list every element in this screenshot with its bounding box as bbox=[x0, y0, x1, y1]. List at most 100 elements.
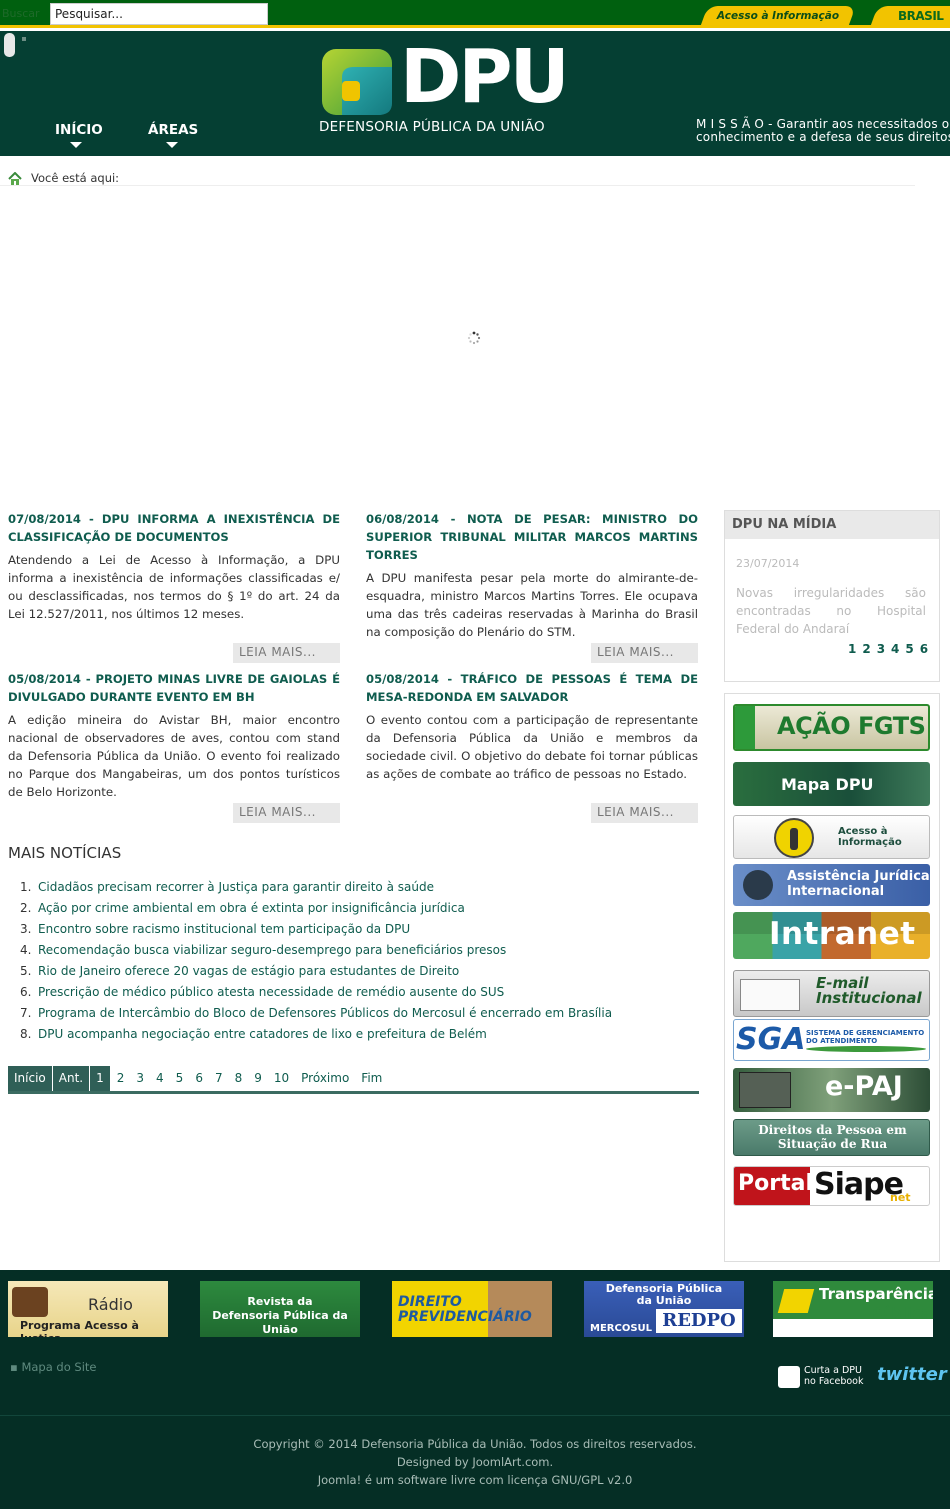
banner-mapa-dpu[interactable]: Mapa DPU bbox=[733, 762, 930, 806]
banner-sga[interactable]: SGA SISTEMA DE GERENCIAMENTO DO ATENDIME… bbox=[733, 1019, 930, 1061]
list-item[interactable]: 4. Recomendação busca viabilizar seguro-d… bbox=[20, 941, 612, 962]
thumbs-up-icon bbox=[778, 1366, 800, 1388]
mapa-do-site-link[interactable]: ▪ Mapa do Site bbox=[10, 1360, 97, 1374]
banner-email-institucional[interactable]: E-mail Institucional bbox=[733, 970, 930, 1017]
dpu-logo-icon[interactable] bbox=[320, 47, 394, 117]
pagination-first[interactable]: Início bbox=[8, 1066, 53, 1091]
list-item-link[interactable]: Programa de Intercâmbio do Bloco de Defe… bbox=[38, 1006, 612, 1020]
banner-label: AÇÃO FGTS bbox=[777, 712, 926, 740]
pagination-page[interactable]: 4 bbox=[150, 1066, 170, 1091]
acesso-informacao-link[interactable]: Acesso à Informação bbox=[704, 10, 852, 22]
banner-acesso-informacao[interactable]: Acesso à Informação bbox=[733, 815, 930, 859]
facebook-label-line: Curta a DPU bbox=[804, 1365, 862, 1376]
pagination-last[interactable]: Fim bbox=[355, 1066, 388, 1091]
pagination-page[interactable]: 5 bbox=[170, 1066, 190, 1091]
list-item[interactable]: 6. Prescrição de médico público atesta ne… bbox=[20, 983, 612, 1004]
list-item[interactable]: 8. DPU acompanha negociação entre catador… bbox=[20, 1025, 612, 1046]
banner-label: Mapa DPU bbox=[781, 775, 874, 794]
banner-label: Assistência Jurídica Internacional bbox=[787, 869, 930, 899]
list-number: 1. bbox=[20, 880, 32, 894]
banner-label: e-PAJ bbox=[825, 1071, 903, 1102]
news-body: Atendendo a Lei de Acesso à Informação, … bbox=[8, 553, 340, 621]
nav-areas[interactable]: ÁREAS bbox=[148, 122, 198, 148]
banner-label: DIREITO PREVIDENCIÁRIO bbox=[398, 1295, 532, 1325]
read-more-button[interactable]: LEIA MAIS... bbox=[591, 803, 698, 823]
read-more-button[interactable]: LEIA MAIS... bbox=[591, 643, 698, 663]
news-title[interactable]: 07/08/2014 - DPU INFORMA A INEXISTÊNCIA … bbox=[8, 510, 340, 546]
midia-link[interactable]: Novas irregularidades são encontradas no… bbox=[736, 584, 926, 638]
banner-label-line: Assistência Jurídica bbox=[787, 869, 930, 884]
footer-banner-radio[interactable]: Rádio Programa Acesso à Justiça bbox=[8, 1281, 168, 1337]
designed-by-link[interactable]: Designed by JoomlArt.com. bbox=[0, 1455, 950, 1469]
missao-line-2: conhecimento e a defesa de seus direitos bbox=[696, 130, 950, 145]
banner-e-paj[interactable]: e-PAJ bbox=[733, 1068, 930, 1112]
pagination-page[interactable]: 2 bbox=[111, 1066, 131, 1091]
pagination-page[interactable]: 8 bbox=[229, 1066, 249, 1091]
list-item[interactable]: 5. Rio de Janeiro oferece 20 vagas de est… bbox=[20, 962, 612, 983]
pagination-page[interactable]: 3 bbox=[130, 1066, 150, 1091]
footer-banner-revista[interactable]: Revista da Defensoria Pública da União bbox=[200, 1281, 360, 1337]
globe-icon bbox=[743, 870, 773, 900]
footer-banner-redpo[interactable]: Defensoria Pública da União MERCOSUL RED… bbox=[584, 1281, 744, 1337]
list-number: 6. bbox=[20, 985, 32, 999]
list-item-link[interactable]: Encontro sobre racismo institucional tem… bbox=[38, 922, 410, 936]
list-item[interactable]: 3. Encontro sobre racismo institucional t… bbox=[20, 920, 612, 941]
news-title[interactable]: 05/08/2014 - PROJETO MINAS LIVRE DE GAIO… bbox=[8, 670, 340, 706]
news-item: 05/08/2014 - TRÁFICO DE PESSOAS É TEMA D… bbox=[366, 670, 698, 783]
facebook-button[interactable]: Curta a DPU no Facebook bbox=[778, 1364, 864, 1390]
mais-noticias-list: 1. Cidadãos precisam recorrer à Justiça p… bbox=[20, 878, 612, 1046]
list-item-link[interactable]: Prescrição de médico público atesta nece… bbox=[38, 985, 504, 999]
list-item[interactable]: 7. Programa de Intercâmbio do Bloco de De… bbox=[20, 1004, 612, 1025]
home-icon[interactable] bbox=[8, 172, 22, 185]
read-more-button[interactable]: LEIA MAIS... bbox=[233, 803, 340, 823]
list-item-link[interactable]: Cidadãos precisam recorrer à Justiça par… bbox=[38, 880, 434, 894]
caret-down-icon bbox=[70, 142, 82, 148]
banner-acao-fgts[interactable]: AÇÃO FGTS bbox=[733, 704, 930, 751]
list-item-link[interactable]: Rio de Janeiro oferece 20 vagas de estág… bbox=[38, 964, 459, 978]
nav-inicio[interactable]: INÍCIO bbox=[55, 122, 103, 148]
pagination-page[interactable]: 9 bbox=[248, 1066, 268, 1091]
pagination-page-current[interactable]: 1 bbox=[90, 1066, 111, 1091]
banner-label: Transparência Pública bbox=[819, 1285, 933, 1323]
midia-pagination[interactable]: 123456 bbox=[848, 642, 934, 656]
banner-direitos-rua[interactable]: Direitos da Pessoa em Situação de Rua bbox=[733, 1119, 930, 1156]
news-title[interactable]: 05/08/2014 - TRÁFICO DE PESSOAS É TEMA D… bbox=[366, 670, 698, 706]
list-item[interactable]: 1. Cidadãos precisam recorrer à Justiça p… bbox=[20, 878, 612, 899]
list-item-link[interactable]: DPU acompanha negociação entre catadores… bbox=[38, 1027, 487, 1041]
read-more-button[interactable]: LEIA MAIS... bbox=[233, 643, 340, 663]
list-item-link[interactable]: Recomendação busca viabilizar seguro-des… bbox=[38, 943, 506, 957]
dot-icon bbox=[22, 37, 26, 41]
footer-banner-previdenciario[interactable]: DIREITO PREVIDENCIÁRIO bbox=[392, 1281, 552, 1337]
banner-label: Defensoria Pública da União bbox=[584, 1283, 744, 1307]
list-item-link[interactable]: Ação por crime ambiental em obra é extin… bbox=[38, 901, 465, 915]
pagination-page[interactable]: 6 bbox=[189, 1066, 209, 1091]
banner-label-line: Pública bbox=[869, 1304, 931, 1322]
brasil-link[interactable]: BRASIL bbox=[898, 9, 944, 23]
banner-portal-siape[interactable]: Portal Siape net bbox=[733, 1166, 930, 1206]
banner-label: MERCOSUL bbox=[590, 1323, 653, 1334]
scroll-handle[interactable] bbox=[4, 33, 15, 57]
search-input[interactable] bbox=[50, 3, 268, 25]
pagination-page[interactable]: 10 bbox=[268, 1066, 295, 1091]
loading-spinner-icon bbox=[467, 331, 481, 345]
banner-assistencia-juridica[interactable]: Assistência Jurídica Internacional bbox=[733, 864, 930, 906]
banner-label-line: SISTEMA DE GERENCIAMENTO bbox=[806, 1029, 925, 1037]
envelope-icon bbox=[740, 979, 800, 1011]
banner-intranet[interactable]: Intranet bbox=[733, 912, 930, 959]
info-i-glyph bbox=[790, 828, 798, 850]
pagination-next[interactable]: Próximo bbox=[295, 1066, 355, 1091]
news-item: 06/08/2014 - NOTA DE PESAR: MINISTRO DO … bbox=[366, 510, 698, 641]
radio-icon bbox=[12, 1287, 48, 1317]
banner-label-line: Revista da bbox=[247, 1295, 313, 1308]
list-item[interactable]: 2. Ação por crime ambiental em obra é ext… bbox=[20, 899, 612, 920]
news-title[interactable]: 06/08/2014 - NOTA DE PESAR: MINISTRO DO … bbox=[366, 510, 698, 564]
sga-swoosh-icon bbox=[806, 1046, 926, 1052]
news-item: 07/08/2014 - DPU INFORMA A INEXISTÊNCIA … bbox=[8, 510, 340, 623]
pagination-prev[interactable]: Ant. bbox=[52, 1066, 91, 1091]
brazil-flag-icon bbox=[777, 1289, 815, 1313]
pagination-page[interactable]: 7 bbox=[209, 1066, 229, 1091]
footer-banner-transparencia[interactable]: Transparência Pública bbox=[773, 1281, 933, 1337]
banner-label-line: Informação bbox=[838, 837, 902, 848]
facebook-label: Curta a DPU no Facebook bbox=[804, 1365, 864, 1387]
twitter-button[interactable]: twitter bbox=[877, 1364, 947, 1386]
